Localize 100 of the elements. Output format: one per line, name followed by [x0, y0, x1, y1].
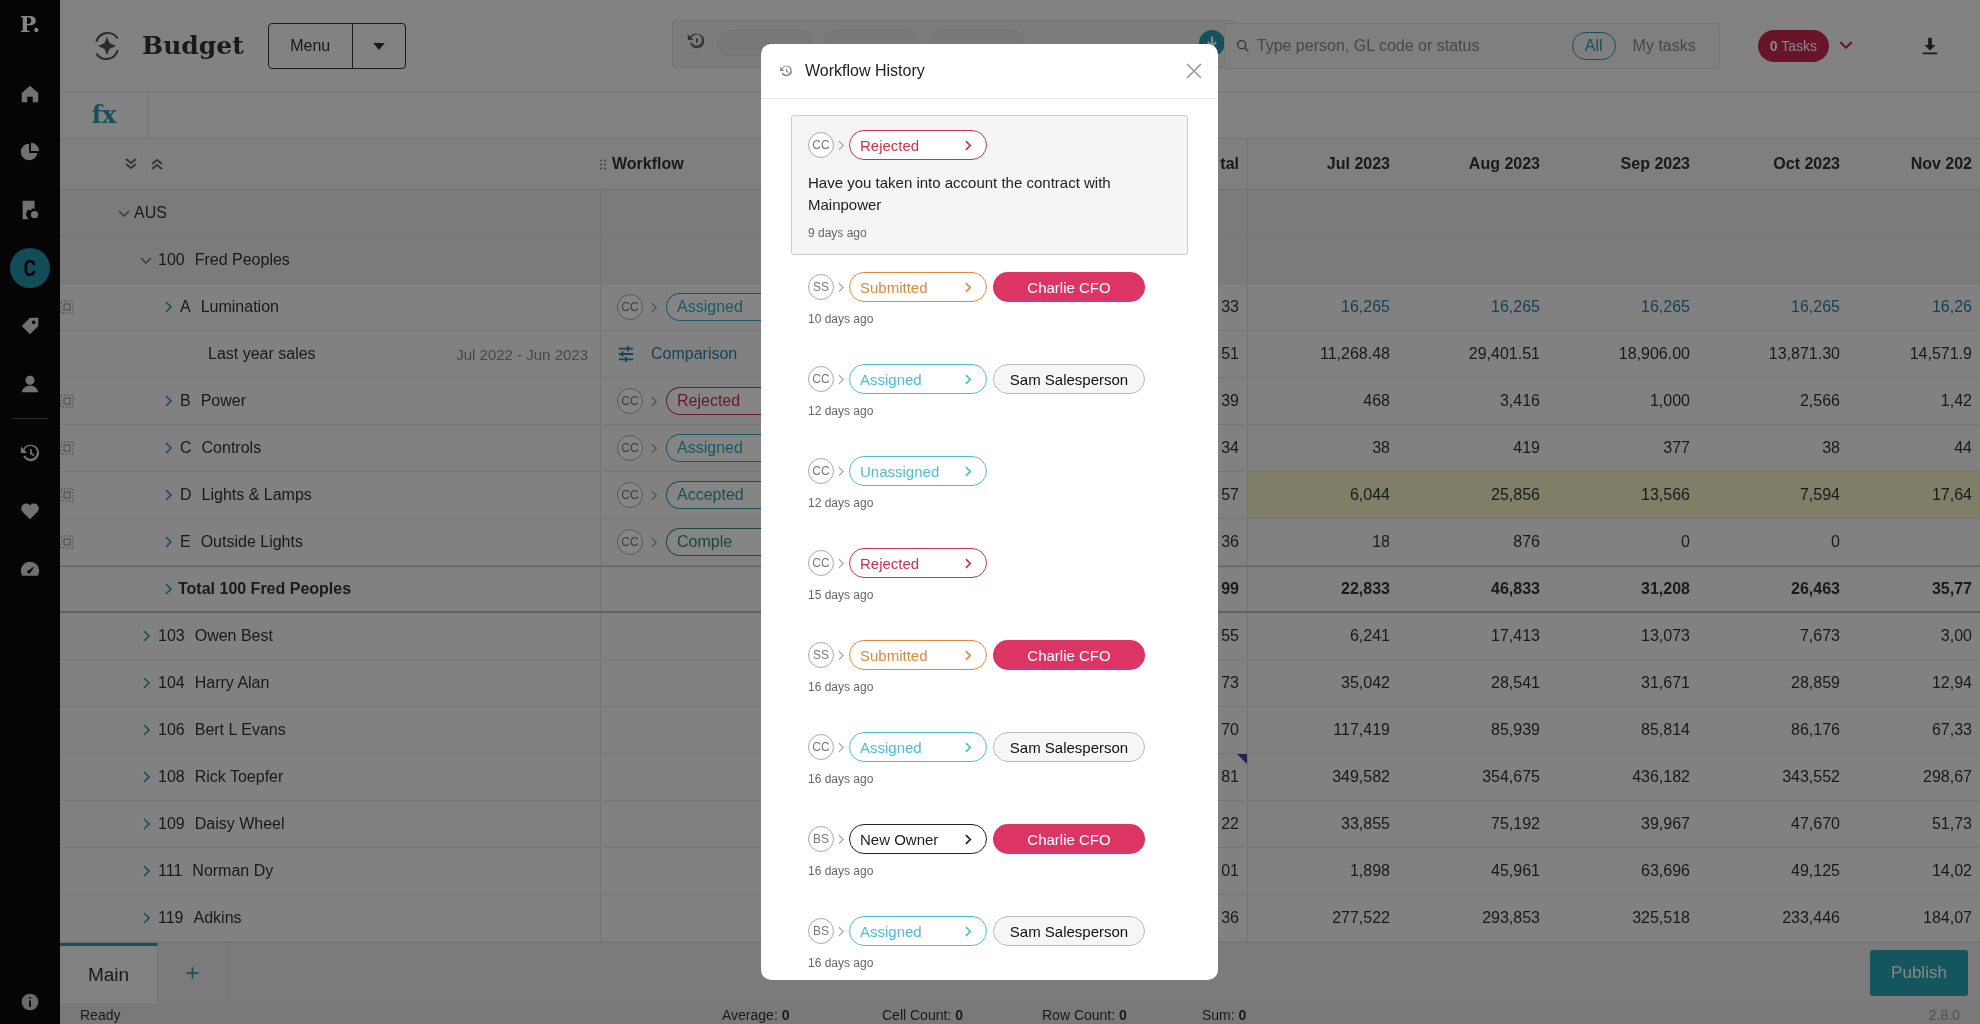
table-cell: 12,94: [1931, 674, 1972, 692]
row-label: Adkins: [193, 909, 242, 927]
select-icon[interactable]: [60, 394, 74, 408]
info-icon[interactable]: [20, 992, 40, 1012]
table-cell: 233,446: [1782, 909, 1840, 927]
chevron-right-icon[interactable]: [162, 301, 174, 313]
status-pill[interactable]: Rejected: [849, 130, 987, 160]
table-cell: 46,833: [1491, 580, 1540, 598]
caret-icon[interactable]: [1838, 41, 1853, 50]
timestamp: 12 days ago: [808, 496, 875, 510]
table-cell: 354,675: [1482, 768, 1540, 786]
timestamp: 16 days ago: [808, 864, 875, 878]
tasks-badge[interactable]: 0 Tasks: [1757, 29, 1829, 62]
table-cell[interactable]: 16,265: [1341, 298, 1390, 316]
chevron-right-icon[interactable]: [162, 442, 174, 454]
avatar: CC: [808, 366, 834, 392]
chevron-right-icon[interactable]: [140, 818, 152, 830]
table-cell[interactable]: 16,26: [1931, 298, 1972, 316]
table-cell: 26,463: [1791, 580, 1840, 598]
table-cell: 99: [1221, 580, 1239, 598]
chevron-right-icon[interactable]: [140, 724, 152, 736]
select-icon[interactable]: [60, 441, 74, 455]
chevron-down-icon[interactable]: [118, 207, 130, 219]
row-code: C: [180, 439, 192, 457]
chevron-down-icon[interactable]: [140, 254, 152, 266]
comparison-link[interactable]: Comparison: [651, 345, 738, 363]
chevron-right-icon[interactable]: [162, 489, 174, 501]
status-pill[interactable]: Assigned: [849, 364, 987, 394]
column-header[interactable]: Jul 2023: [1326, 155, 1390, 173]
row-label: Bert L Evans: [194, 721, 286, 739]
status-pill[interactable]: Assigned: [666, 293, 761, 321]
chevron-right-icon[interactable]: [140, 630, 152, 642]
status-pill[interactable]: Assigned: [849, 732, 987, 762]
expand-all-icon[interactable]: [124, 157, 138, 171]
publish-button[interactable]: Publish: [1870, 950, 1968, 996]
table-cell: 7,673: [1799, 627, 1840, 645]
table-cell: 85,939: [1491, 721, 1540, 739]
avatar: SS: [808, 642, 834, 668]
table-cell: 38: [1372, 439, 1390, 457]
select-icon[interactable]: [60, 300, 74, 314]
avatar: CC: [617, 294, 643, 320]
column-header[interactable]: Nov 202: [1910, 155, 1972, 173]
search-field[interactable]: Type person, GL code or status All My tasks: [1223, 22, 1720, 69]
column-header[interactable]: Workflow: [612, 155, 684, 173]
chevron-right-icon[interactable]: [140, 771, 152, 783]
status-pill[interactable]: Assigned: [849, 916, 987, 946]
status-pill[interactable]: Comple: [666, 528, 761, 556]
status-pill[interactable]: Rejected: [666, 387, 761, 415]
select-icon[interactable]: [60, 535, 74, 549]
status-pill[interactable]: Submitted: [849, 640, 987, 670]
sheet-tab[interactable]: Main: [60, 943, 158, 1003]
status-pill[interactable]: Rejected: [849, 548, 987, 578]
assignee-pill: Sam Salesperson: [993, 364, 1145, 394]
status-pill[interactable]: Assigned: [666, 434, 761, 462]
column-header[interactable]: tal: [1220, 155, 1239, 173]
scope-toggle[interactable]: My tasks: [1619, 31, 1709, 60]
status-pill[interactable]: Accepted: [666, 481, 761, 509]
timestamp: 16 days ago: [808, 956, 875, 970]
row-code: 109: [158, 815, 185, 833]
chevron-right-icon: [651, 489, 658, 501]
select-icon[interactable]: [60, 488, 74, 502]
row-code: 104: [158, 674, 185, 692]
column-header[interactable]: Oct 2023: [1773, 155, 1840, 173]
chevron-right-icon: [965, 833, 972, 845]
sliders-icon: [617, 345, 635, 363]
table-cell: 436,182: [1632, 768, 1690, 786]
table-cell: 36: [1221, 533, 1239, 551]
column-header[interactable]: Sep 2023: [1620, 155, 1690, 173]
status-stat: Average: 0: [722, 1007, 791, 1023]
chevron-right-icon[interactable]: [140, 677, 152, 689]
chevron-right-icon: [838, 741, 845, 753]
chevron-right-icon[interactable]: [162, 395, 174, 407]
collapse-all-icon[interactable]: [150, 157, 164, 171]
status-pill[interactable]: Unassigned: [849, 456, 987, 486]
chevron-right-icon[interactable]: [162, 583, 174, 595]
loop-nav-button[interactable]: [10, 248, 50, 288]
history-entry-card[interactable]: CC Rejected Have you taken into account the contract with Mainpower 9 days ago: [791, 115, 1188, 255]
status-pill[interactable]: Submitted: [849, 272, 987, 302]
row-code: B: [180, 392, 191, 410]
table-cell: 25,856: [1491, 486, 1540, 504]
chevron-right-icon[interactable]: [162, 536, 174, 548]
close-icon[interactable]: [1186, 63, 1202, 79]
row-code: E: [180, 533, 191, 551]
drag-handle-icon[interactable]: [600, 158, 606, 170]
table-cell[interactable]: 16,265: [1791, 298, 1840, 316]
table-cell: 86,176: [1791, 721, 1840, 739]
table-cell[interactable]: 16,265: [1491, 298, 1540, 316]
table-cell[interactable]: 16,265: [1641, 298, 1690, 316]
avatar: CC: [617, 435, 643, 461]
chevron-right-icon[interactable]: [140, 912, 152, 924]
table-cell: 184,07: [1923, 909, 1972, 927]
table-cell: 18: [1372, 533, 1390, 551]
table-cell: 33: [1221, 298, 1239, 316]
table-cell: 17,413: [1491, 627, 1540, 645]
status-pill[interactable]: New Owner: [849, 824, 987, 854]
chevron-right-icon[interactable]: [140, 865, 152, 877]
row-label: AUS: [134, 204, 167, 222]
chevron-right-icon: [965, 649, 972, 661]
chevron-right-icon: [965, 925, 972, 937]
column-header[interactable]: Aug 2023: [1468, 155, 1540, 173]
